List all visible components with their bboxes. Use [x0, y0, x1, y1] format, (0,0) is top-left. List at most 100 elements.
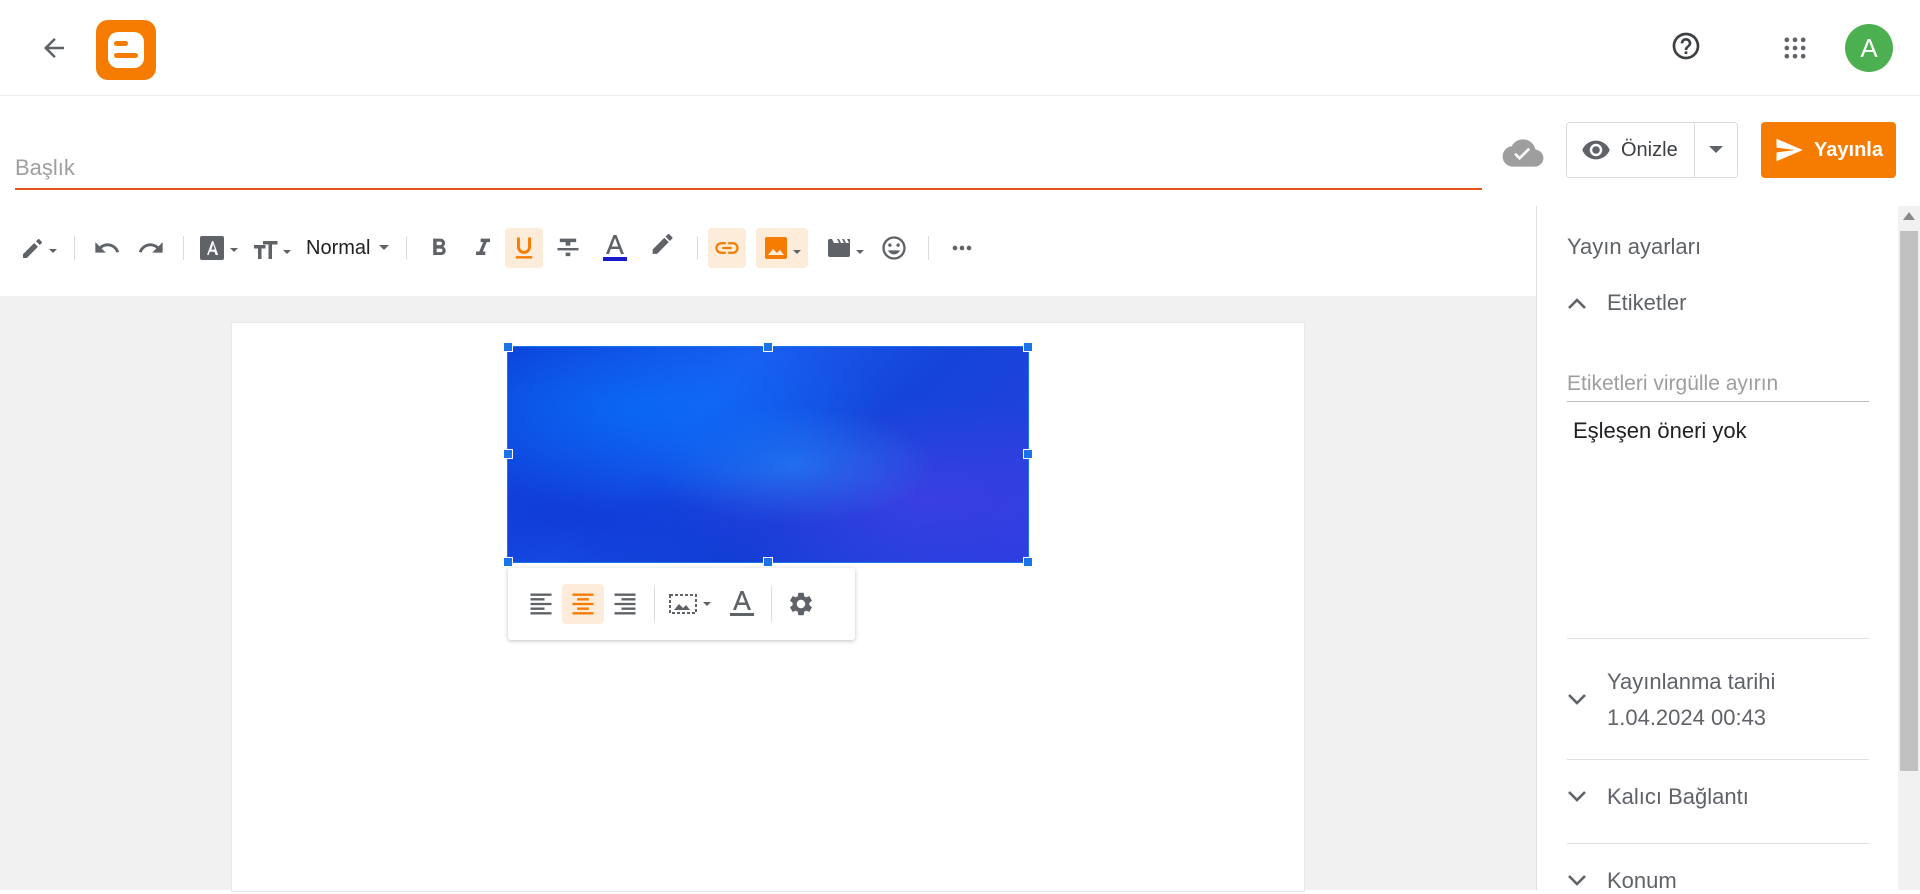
- link-button[interactable]: [708, 228, 747, 268]
- strikethrough-button[interactable]: [543, 228, 593, 268]
- toolbar-divider: [771, 586, 772, 622]
- align-center-button[interactable]: [562, 584, 604, 624]
- help-button[interactable]: [1666, 26, 1706, 66]
- toolbar-divider: [74, 236, 75, 260]
- help-circle-icon: [1672, 32, 1700, 60]
- preview-button[interactable]: Önizle: [1567, 123, 1695, 177]
- font-button[interactable]: [194, 228, 246, 268]
- post-settings-panel: Yayın ayarları Etiketler Eşleşen öneri y…: [1536, 206, 1901, 893]
- resize-handle[interactable]: [503, 449, 513, 459]
- permalink-heading: Kalıcı Bağlantı: [1607, 784, 1749, 809]
- cloud-saved-icon: [1502, 136, 1544, 170]
- text-size-button[interactable]: [246, 228, 300, 268]
- image-size-icon: [669, 594, 711, 614]
- caret-down-icon: [379, 245, 390, 250]
- paragraph-style-dropdown[interactable]: Normal: [300, 228, 396, 268]
- post-title-input[interactable]: [15, 152, 1482, 190]
- eye-icon: [1582, 140, 1610, 160]
- publish-label: Yayınla: [1814, 138, 1883, 161]
- send-icon: [1776, 138, 1803, 162]
- section-divider: [1567, 638, 1869, 639]
- redo-icon: [138, 242, 163, 253]
- insert-image-button[interactable]: [756, 228, 809, 268]
- publish-date-heading: Yayınlanma tarihi: [1607, 669, 1776, 694]
- undo-icon: [95, 242, 120, 253]
- formatting-toolbar: Normal: [0, 218, 1536, 278]
- underline-button[interactable]: [505, 228, 544, 268]
- align-right-icon: [614, 593, 636, 615]
- align-left-button[interactable]: [520, 584, 562, 624]
- apps-grid-icon: [1784, 37, 1806, 59]
- scroll-up-arrow-icon[interactable]: [1903, 212, 1915, 220]
- resize-handle[interactable]: [1023, 342, 1033, 352]
- align-center-icon: [572, 593, 594, 615]
- labels-section-header[interactable]: Etiketler: [1567, 290, 1686, 316]
- toolbar-divider: [697, 236, 699, 260]
- redo-button[interactable]: [129, 228, 173, 268]
- caption-text-icon: [730, 591, 754, 616]
- resize-handle[interactable]: [763, 342, 773, 352]
- video-icon: [828, 239, 865, 257]
- emoji-icon: [882, 236, 907, 260]
- caption-button[interactable]: [721, 584, 763, 624]
- publish-date-section-header[interactable]: Yayınlanma tarihi 1.04.2024 00:43: [1567, 664, 1775, 736]
- bold-icon: [433, 238, 447, 255]
- avatar[interactable]: A: [1845, 24, 1893, 72]
- panel-scrollbar[interactable]: [1898, 206, 1920, 890]
- blogger-logo-icon[interactable]: [96, 20, 156, 80]
- italic-icon: [476, 238, 491, 255]
- toolbar-divider: [406, 236, 408, 260]
- resize-handle[interactable]: [1023, 557, 1033, 567]
- align-left-icon: [530, 593, 552, 615]
- labels-input[interactable]: [1567, 366, 1869, 402]
- section-divider: [1567, 843, 1869, 844]
- text-color-button[interactable]: [593, 228, 637, 268]
- preview-button-group: Önizle: [1566, 122, 1738, 178]
- arrow-back-icon: [44, 38, 64, 58]
- text-color-icon: [603, 235, 628, 261]
- resize-handle[interactable]: [1023, 449, 1033, 459]
- location-heading: Konum: [1607, 868, 1677, 893]
- blue-abstract-image[interactable]: [507, 346, 1029, 563]
- edit-mode-button[interactable]: [16, 228, 64, 268]
- resize-handle[interactable]: [503, 342, 513, 352]
- emoji-button[interactable]: [870, 228, 918, 268]
- chevron-down-icon: [1568, 875, 1586, 886]
- bold-button[interactable]: [417, 228, 461, 268]
- pencil-icon: [23, 239, 57, 258]
- scrollbar-thumb[interactable]: [1900, 231, 1918, 771]
- font-icon: [200, 236, 238, 260]
- image-size-button[interactable]: [663, 584, 721, 624]
- apps-button[interactable]: [1775, 28, 1815, 68]
- caret-down-icon: [1709, 146, 1723, 153]
- publish-button[interactable]: Yayınla: [1761, 122, 1896, 178]
- chevron-up-icon: [1568, 298, 1586, 309]
- panel-title: Yayın ayarları: [1567, 234, 1702, 259]
- publish-date-value: 1.04.2024 00:43: [1607, 705, 1767, 730]
- paragraph-style-label: Normal: [306, 236, 371, 259]
- more-button[interactable]: [939, 228, 985, 268]
- align-right-button[interactable]: [604, 584, 646, 624]
- preview-dropdown-button[interactable]: [1695, 123, 1737, 177]
- highlighter-icon: [653, 234, 673, 254]
- no-suggestion-text: Eşleşen öneri yok: [1573, 418, 1747, 443]
- toolbar-divider: [928, 236, 930, 260]
- text-size-icon: [254, 241, 291, 259]
- gear-icon: [790, 592, 812, 616]
- strikethrough-icon: [557, 238, 579, 257]
- italic-button[interactable]: [461, 228, 505, 268]
- chevron-down-icon: [1568, 791, 1586, 802]
- back-button[interactable]: [30, 28, 78, 68]
- resize-handle[interactable]: [503, 557, 513, 567]
- resize-handle[interactable]: [763, 557, 773, 567]
- image-settings-button[interactable]: [780, 584, 822, 624]
- underline-icon: [516, 237, 533, 259]
- insert-video-button[interactable]: [822, 228, 870, 268]
- highlight-button[interactable]: [637, 228, 687, 268]
- labels-heading: Etiketler: [1607, 290, 1687, 315]
- undo-button[interactable]: [85, 228, 129, 268]
- preview-label: Önizle: [1621, 138, 1678, 161]
- location-section-header[interactable]: Konum: [1567, 868, 1677, 894]
- selected-image[interactable]: [503, 342, 1033, 567]
- permalink-section-header[interactable]: Kalıcı Bağlantı: [1567, 784, 1749, 810]
